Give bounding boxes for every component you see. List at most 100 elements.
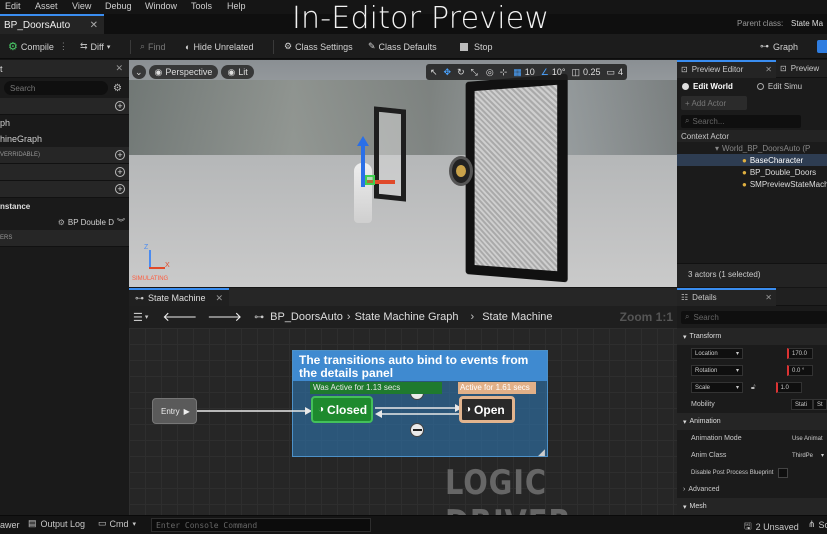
tab-preview[interactable]: ⊡ Preview	[776, 64, 819, 73]
gizmo-plane[interactable]	[365, 175, 375, 185]
add-icon[interactable]: +	[115, 184, 125, 194]
entry-node[interactable]: Entry ▶	[152, 398, 197, 424]
mesh-section[interactable]: ▾ Mesh	[677, 498, 827, 515]
camera-speed-value[interactable]: 4	[618, 67, 623, 77]
angle-snap-value[interactable]: 10°	[552, 67, 566, 77]
grid-snap-icon[interactable]: ▦	[513, 67, 522, 78]
menu-asset[interactable]: Asset	[35, 1, 58, 11]
mobility-stationary-button[interactable]: St	[813, 399, 827, 410]
viewport-options-button[interactable]: ⌄	[132, 65, 146, 79]
list-item[interactable]: ph	[0, 115, 129, 131]
menu-window[interactable]: Window	[145, 1, 177, 11]
chevron-down-icon[interactable]: ▾	[145, 313, 149, 321]
radio-icon[interactable]	[756, 82, 764, 90]
mobility-static-button[interactable]: Stati	[791, 399, 813, 410]
ers-section[interactable]: ERS	[0, 230, 129, 247]
add-icon[interactable]: +	[115, 167, 125, 177]
content-drawer-button[interactable]: awer	[0, 520, 20, 530]
tree-row-actor[interactable]: ● BaseCharacter	[677, 154, 827, 166]
section-row[interactable]: +	[0, 181, 129, 198]
panel-tab-label[interactable]: t	[0, 64, 3, 74]
add-actor-button[interactable]: + Add Actor	[681, 96, 747, 110]
column-header[interactable]: Context Actor	[681, 132, 729, 141]
radio-selected-icon[interactable]	[682, 82, 689, 90]
add-icon[interactable]: +	[115, 101, 125, 111]
door-left[interactable]	[374, 106, 406, 202]
search-input[interactable]: ⌕ Search...	[681, 114, 801, 128]
door-right[interactable]	[465, 73, 568, 283]
rotation-dropdown[interactable]: Rotation ▾	[691, 365, 743, 376]
diff-button[interactable]: ⇆ Diff ▾	[80, 34, 110, 59]
close-icon[interactable]: ✕	[90, 20, 98, 31]
edit-simulation-option[interactable]: Edit Simu	[768, 82, 802, 91]
class-defaults-button[interactable]: ✎ Class Defaults	[368, 34, 437, 59]
section-row[interactable]: +	[0, 164, 129, 181]
graph-canvas[interactable]: The transitions auto bind to events from…	[129, 328, 677, 515]
add-icon[interactable]: +	[115, 150, 125, 160]
scale-snap-icon[interactable]: ◫	[571, 67, 580, 78]
back-arrow-icon[interactable]: 🡐	[162, 309, 197, 325]
list-item[interactable]: hineGraph	[0, 131, 129, 147]
forward-arrow-icon[interactable]: 🡒	[207, 309, 242, 325]
lit-button[interactable]: ◉ Lit	[221, 65, 254, 79]
hide-unrelated-button[interactable]: ◐ Hide Unrelated	[185, 34, 253, 59]
class-settings-button[interactable]: ⚙ Class Settings	[284, 34, 353, 59]
tab-state-machine[interactable]: ⊶ State Machine ✕	[129, 288, 229, 306]
scale-x-field[interactable]: 1.0	[775, 382, 802, 393]
close-icon[interactable]: ✕	[215, 293, 223, 304]
tab-preview-editor[interactable]: ⊡ Preview Editor ✕	[677, 59, 776, 78]
select-icon[interactable]: ↖	[430, 67, 438, 78]
close-icon[interactable]: ✕	[765, 65, 772, 74]
source-control-button[interactable]: ⋔ Sc	[808, 519, 827, 530]
grid-snap-value[interactable]: 10	[525, 67, 535, 77]
close-icon[interactable]: ✕	[765, 293, 772, 302]
perspective-button[interactable]: ◉ Perspective	[148, 65, 219, 79]
camera-speed-icon[interactable]: ▭	[607, 67, 616, 78]
mode-accent-button[interactable]	[817, 40, 827, 53]
surface-snap-icon[interactable]: ⊹	[500, 67, 508, 78]
compile-button[interactable]: ⚙ Compile ⋮	[8, 34, 68, 59]
menu-view[interactable]: View	[72, 1, 91, 11]
location-x-field[interactable]: 170.0	[787, 348, 813, 359]
preview-viewport[interactable]: Z X SIMULATING ⌄ ◉ Perspective ◉ Lit ↖ ✥…	[129, 60, 677, 287]
anim-mode-dropdown[interactable]: Use Animat	[789, 433, 827, 444]
animation-section[interactable]: ▾ Animation	[677, 413, 827, 430]
menu-debug[interactable]: Debug	[105, 1, 132, 11]
graph-mode-button[interactable]: ⊶ Graph	[760, 34, 798, 59]
angle-snap-icon[interactable]: ∠	[541, 67, 549, 78]
scale-snap-value[interactable]: 0.25	[583, 67, 601, 77]
scale-dropdown[interactable]: Scale ▾	[691, 382, 743, 393]
breadcrumb-item[interactable]: State Machine	[482, 311, 552, 323]
search-input[interactable]: Search	[4, 81, 108, 95]
tree-row-actor[interactable]: ● SMPreviewStateMach	[677, 178, 827, 190]
breadcrumb-item[interactable]: State Machine Graph	[355, 311, 459, 323]
kebab-icon[interactable]: ⋮	[59, 41, 68, 52]
globe-icon[interactable]: ◎	[486, 67, 494, 78]
tab-bp-doorsauto[interactable]: BP_DoorsAuto ✕	[0, 14, 104, 34]
open-state-node[interactable]: ◑ Open	[459, 396, 515, 423]
find-button[interactable]: ⌕ Find	[140, 34, 166, 59]
close-icon[interactable]: ✕	[115, 63, 123, 74]
closed-state-node[interactable]: ◑ Closed	[311, 396, 373, 423]
menu-help[interactable]: Help	[227, 1, 246, 11]
gear-icon[interactable]: ⚙	[113, 83, 122, 94]
lock-icon[interactable]: 🔓︎	[751, 384, 756, 392]
advanced-row[interactable]: › Advanced	[677, 481, 827, 498]
transform-section[interactable]: ▾ Transform	[677, 328, 827, 345]
unsaved-button[interactable]: 🖫︎ 2 Unsaved	[744, 519, 799, 534]
instance-value[interactable]: ⚙ BP Double D ︾	[0, 214, 129, 230]
search-input[interactable]: ⌕ Search	[681, 310, 827, 324]
tree-row-world[interactable]: ▾ World_BP_DoorsAuto (P	[677, 142, 827, 154]
disable-post-checkbox[interactable]	[778, 467, 789, 478]
location-dropdown[interactable]: Location ▾	[691, 348, 743, 359]
overridable-section[interactable]: VERRIDABLE) +	[0, 147, 129, 164]
hamburger-icon[interactable]: ☰	[133, 311, 143, 324]
move-icon[interactable]: ✥	[444, 67, 452, 78]
menu-tools[interactable]: Tools	[191, 1, 212, 11]
breadcrumb-item[interactable]: BP_DoorsAuto	[270, 311, 343, 323]
rotation-x-field[interactable]: 0.0 °	[787, 365, 813, 376]
output-log-button[interactable]: ▤ Output Log	[28, 518, 85, 529]
cmd-button[interactable]: ▭ Cmd ▾	[98, 518, 136, 529]
anim-class-dropdown[interactable]: ThirdPe ▾	[789, 450, 827, 461]
graphs-section[interactable]: +	[0, 98, 129, 115]
